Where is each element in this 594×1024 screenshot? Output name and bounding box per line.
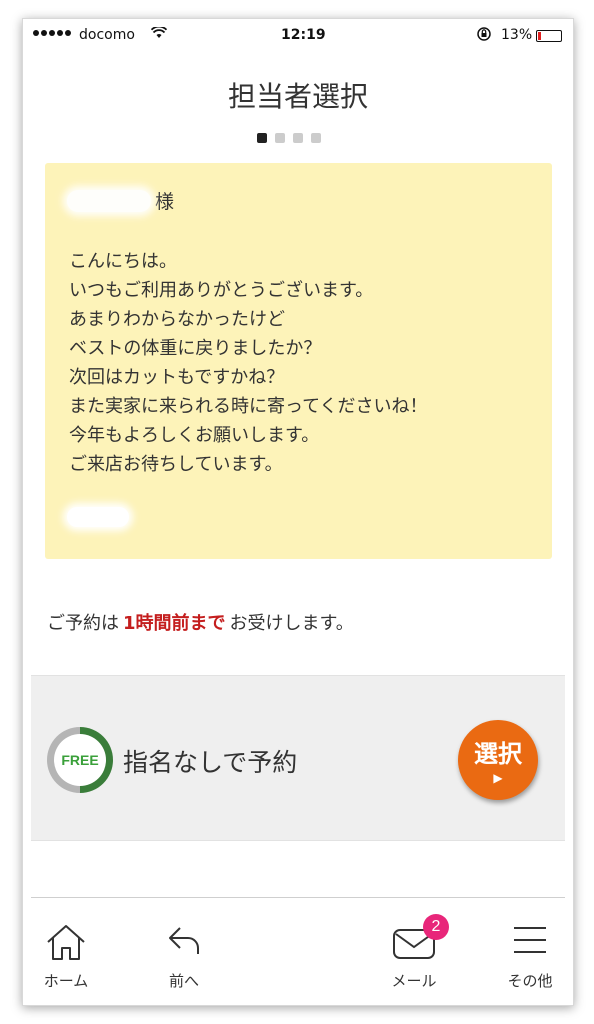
nav-back[interactable]: 前へ [149, 898, 219, 999]
page-dot-active [257, 133, 267, 143]
note-suffix: お受けします。 [229, 613, 354, 634]
nav-mail[interactable]: 2 メール [379, 898, 449, 999]
back-arrow-icon [164, 922, 204, 966]
nav-home[interactable]: ホーム [31, 898, 101, 999]
battery-icon [536, 30, 562, 42]
bottom-nav: ホーム 前へ 2 メール その他 [31, 897, 565, 999]
nav-other-label: その他 [507, 972, 553, 990]
wifi-icon [150, 27, 168, 43]
nav-mail-label: メール [391, 972, 437, 990]
page-title: 担当者選択 [227, 80, 368, 113]
message-card: 様 こんにちは。 いつもご利用ありがとうございます。 あまりわからなかったけど … [45, 163, 552, 559]
message-line: 今年もよろしくお願いします。 [69, 425, 320, 446]
nav-back-label: 前へ [168, 972, 199, 990]
note-deadline: 1時間前まで [123, 613, 226, 634]
status-bar: docomo 12:19 13% [31, 27, 565, 49]
no-preference-label: 指名なしで予約 [123, 748, 298, 777]
phone-frame: docomo 12:19 13% 担当者選択 様 こんにちは。 いつもご利用あり… [22, 18, 574, 1006]
page-dot [293, 133, 303, 143]
message-line: ベストの体重に戻りましたか？ [69, 338, 322, 359]
message-line: また実家に来られる時に寄ってくださいね！ [69, 396, 428, 417]
page-indicator [257, 133, 321, 143]
note-prefix: ご予約は [47, 613, 119, 634]
message-line: あまりわからなかったけど [69, 309, 285, 330]
free-badge-text: FREE [54, 734, 106, 786]
redacted-signature [67, 507, 129, 527]
battery-percent: 13% [501, 27, 533, 43]
clock: 12:19 [281, 27, 326, 43]
redacted-name [67, 189, 151, 212]
message-body: こんにちは。 いつもご利用ありがとうございます。 あまりわからなかったけど ベス… [69, 247, 428, 479]
no-preference-option[interactable]: FREE 指名なしで予約 選択 ▶ [31, 675, 565, 841]
app-screen: docomo 12:19 13% 担当者選択 様 こんにちは。 いつもご利用あり… [31, 27, 565, 999]
free-badge-icon: FREE [47, 727, 113, 793]
nav-other[interactable]: その他 [495, 898, 565, 999]
carrier-name: docomo [79, 27, 135, 43]
name-suffix: 様 [155, 191, 175, 213]
nav-home-label: ホーム [43, 972, 89, 990]
page-dot [275, 133, 285, 143]
mail-count-badge: 2 [423, 914, 449, 940]
select-button[interactable]: 選択 ▶ [458, 720, 538, 800]
reservation-note: ご予約は 1時間前まで お受けします。 [47, 609, 354, 635]
menu-icon [512, 922, 548, 962]
message-line: ご来店お待ちしています。 [69, 454, 283, 475]
message-line: いつもご利用ありがとうございます。 [69, 280, 374, 301]
page-dot [311, 133, 321, 143]
rotation-lock-icon [476, 27, 492, 46]
message-line: こんにちは。 [69, 251, 177, 272]
signal-strength-icon [33, 30, 71, 36]
recipient-row: 様 [67, 187, 174, 214]
home-icon [44, 922, 88, 966]
select-button-label: 選択 [474, 740, 522, 768]
play-arrow-icon: ▶ [493, 771, 503, 785]
message-line: 次回はカットもですかね？ [69, 367, 285, 388]
